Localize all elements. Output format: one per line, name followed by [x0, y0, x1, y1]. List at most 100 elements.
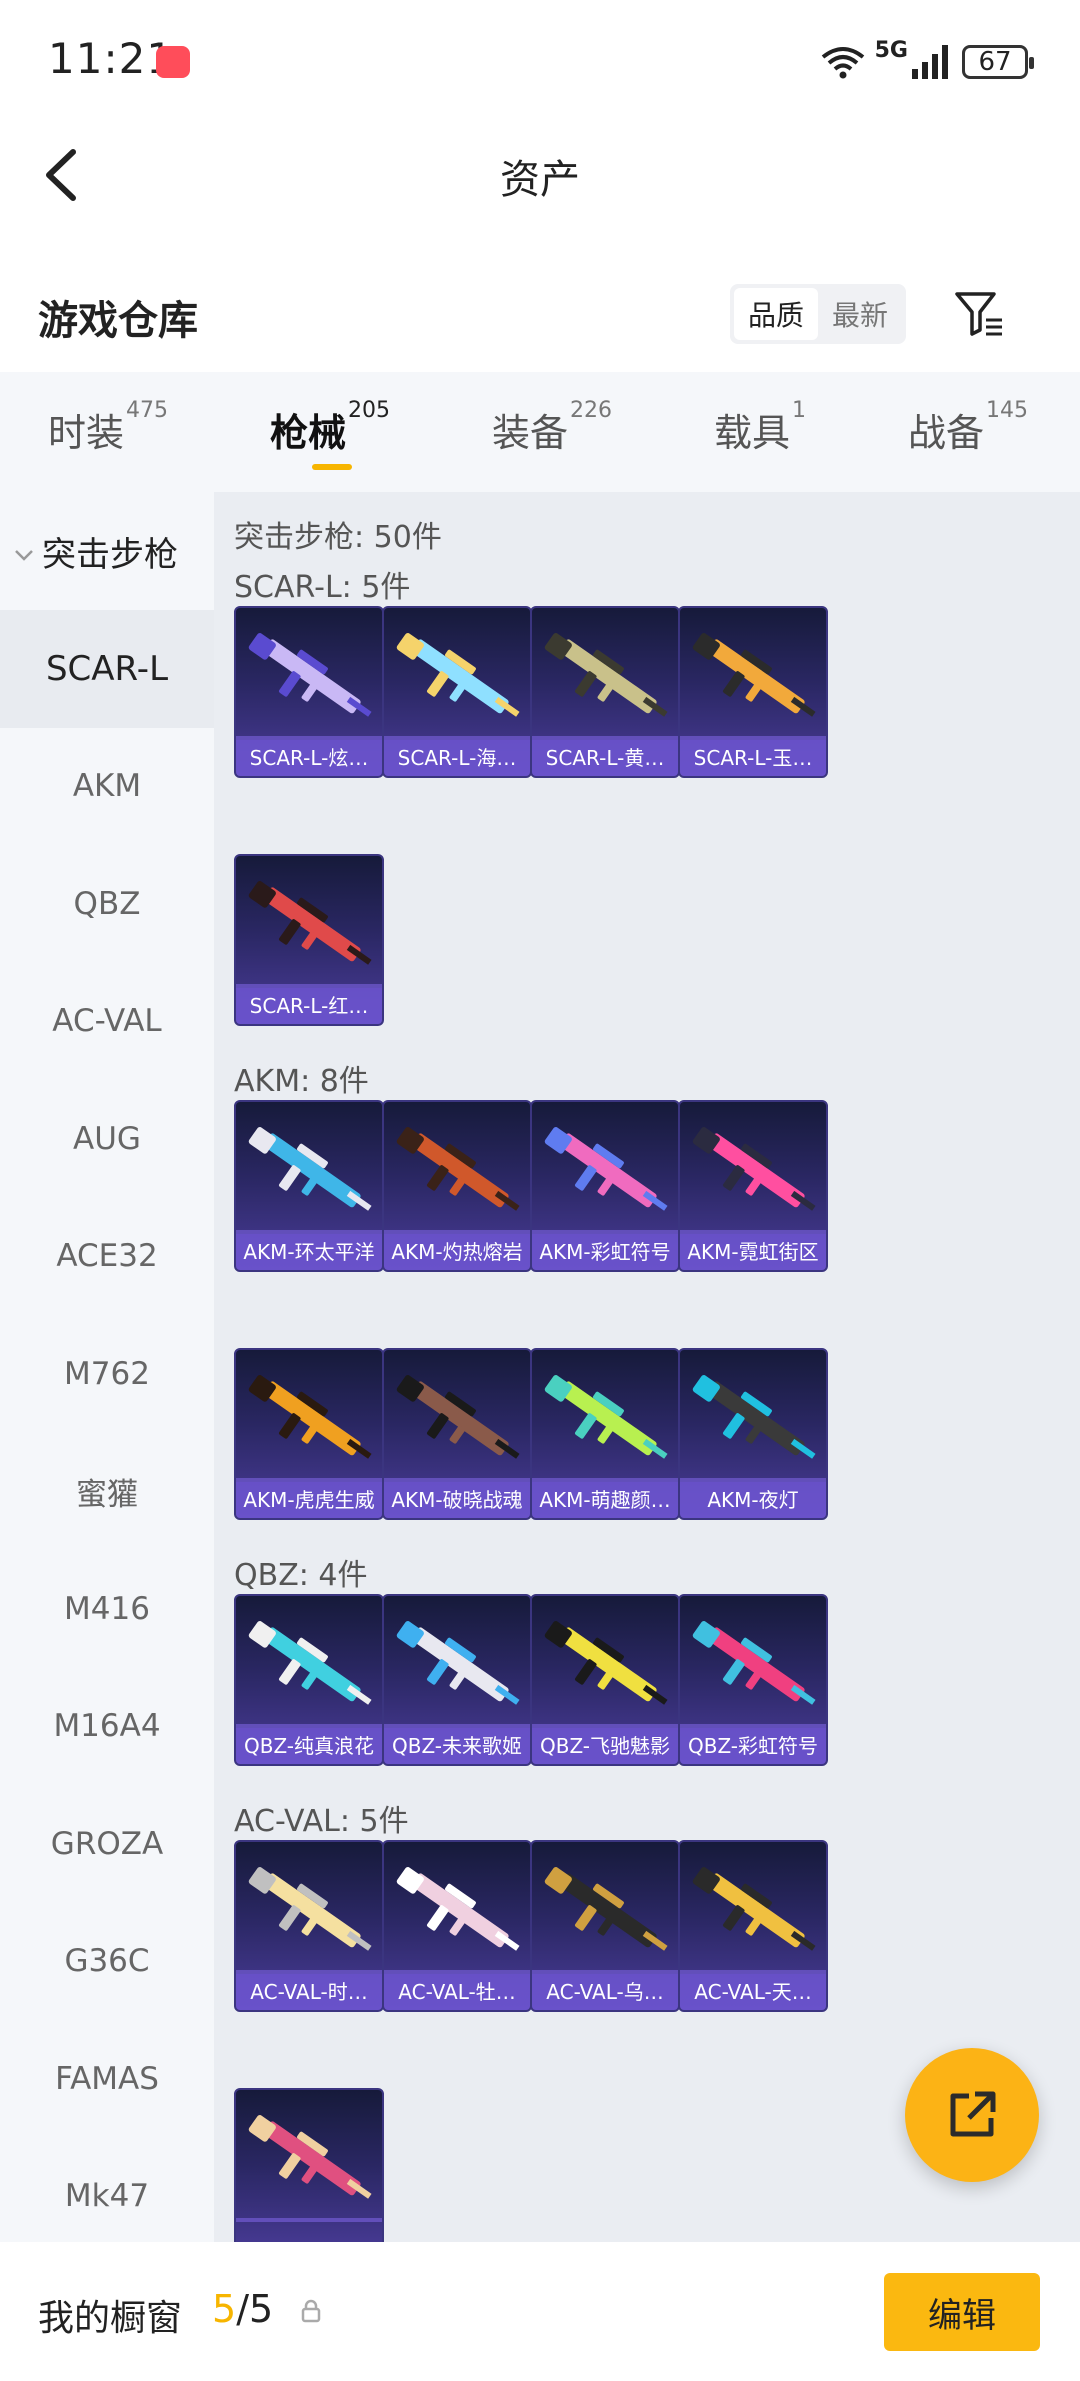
- weapon-skin-card[interactable]: QBZ-飞驰魅影: [530, 1594, 680, 1766]
- weapon-skin-card[interactable]: SCAR-L-黄…: [530, 606, 680, 778]
- weapon-skin-card[interactable]: SCAR-L-炫…: [234, 606, 384, 778]
- section-title: 游戏仓库: [38, 298, 198, 344]
- weapon-skin-card[interactable]: SCAR-L-玉…: [678, 606, 828, 778]
- weapon-skin-card[interactable]: AC-VAL-乌…: [530, 1840, 680, 2012]
- tab-vehicles[interactable]: 载具1: [714, 398, 806, 457]
- tab-battle-gear[interactable]: 战备145: [908, 398, 1028, 457]
- weapon-skin-card[interactable]: AC-VAL-牡…: [382, 1840, 532, 2012]
- filter-button[interactable]: [950, 284, 1010, 344]
- sort-toggle: 品质 最新: [730, 284, 906, 344]
- tab-count: 1: [792, 398, 807, 423]
- filter-icon: [955, 292, 1002, 336]
- showcase-count: 5/5: [212, 2287, 274, 2331]
- external-link-icon: [950, 2091, 996, 2137]
- weapon-skin-name: AKM-彩虹符号: [532, 1234, 678, 1270]
- sidebar-item[interactable]: AC-VAL: [0, 963, 214, 1081]
- weapon-skin-card[interactable]: AKM-彩虹符号: [530, 1100, 680, 1272]
- category-tabs: 时装475 枪械205 装备226 载具1 战备145: [0, 372, 1080, 492]
- tab-fashion[interactable]: 时装475: [48, 398, 168, 457]
- weapon-skin-card[interactable]: SCAR-L-红…: [234, 854, 384, 1026]
- wifi-icon: [821, 45, 865, 79]
- sidebar-item[interactable]: M416: [0, 1550, 214, 1668]
- sidebar-item[interactable]: SCAR-L: [0, 610, 214, 728]
- showcase-bar: 我的橱窗 5/5 编辑: [0, 2243, 1080, 2381]
- status-bar: 11:21 5G 67: [0, 0, 1080, 125]
- weapon-skin-card[interactable]: QBZ-纯真浪花: [234, 1594, 384, 1766]
- sidebar-group-assault-rifles[interactable]: 突击步枪: [0, 492, 214, 610]
- tab-count: 145: [986, 398, 1029, 423]
- weapon-skin-name: SCAR-L-黄…: [532, 740, 678, 776]
- weapon-skin-name: AKM-萌趣颜…: [532, 1482, 678, 1518]
- status-icons: 5G 67: [821, 37, 1034, 86]
- weapon-skin-card[interactable]: AC-VAL-天…: [678, 1840, 828, 2012]
- page-title: 资产: [500, 157, 580, 203]
- sort-quality-button[interactable]: 品质: [734, 288, 818, 340]
- tab-count: 226: [570, 398, 613, 423]
- weapon-skin-name: SCAR-L-炫…: [236, 740, 382, 776]
- edit-button[interactable]: 编辑: [884, 2273, 1040, 2351]
- sidebar-item[interactable]: FAMAS: [0, 2020, 214, 2138]
- weapon-skin-name: AKM-破晓战魂: [384, 1482, 530, 1518]
- showcase-label: 我的橱窗: [38, 2298, 183, 2339]
- weapon-skin-card[interactable]: AKM-夜灯: [678, 1348, 828, 1520]
- share-button[interactable]: [905, 2048, 1039, 2182]
- weapon-skin-name: AKM-虎虎生威: [236, 1482, 382, 1518]
- sidebar-item[interactable]: M16A4: [0, 1668, 214, 1786]
- tab-firearms[interactable]: 枪械205: [270, 398, 390, 457]
- lock-icon: [300, 2299, 322, 2327]
- active-tab-indicator: [312, 464, 352, 470]
- weapon-skin-name: QBZ-飞驰魅影: [532, 1728, 678, 1764]
- sidebar-item[interactable]: QBZ: [0, 845, 214, 963]
- sidebar-item[interactable]: AKM: [0, 728, 214, 846]
- weapon-skin-card[interactable]: AC-VAL-时…: [234, 1840, 384, 2012]
- sidebar-item[interactable]: 蜜獾: [0, 1433, 214, 1551]
- item-grid: 突击步枪: 50件 SCAR-L: 5件 SCAR-L-炫… SCAR-L-海… SC…: [214, 492, 1080, 2242]
- notification-app-icon: [156, 46, 190, 78]
- category-summary: 突击步枪: 50件: [234, 520, 442, 555]
- sidebar-item[interactable]: AUG: [0, 1080, 214, 1198]
- weapon-skin-card[interactable]: QBZ-未来歌姬: [382, 1594, 532, 1766]
- weapon-skin-name: AC-VAL-时…: [236, 1974, 382, 2010]
- weapon-skin-name: SCAR-L-红…: [236, 988, 382, 1024]
- weapon-skin-card[interactable]: AKM-萌趣颜…: [530, 1348, 680, 1520]
- weapon-skin-card[interactable]: QBZ-彩虹符号: [678, 1594, 828, 1766]
- weapon-skin-name: AKM-霓虹街区: [680, 1234, 826, 1270]
- sidebar-item[interactable]: ACE32: [0, 1198, 214, 1316]
- sidebar-item[interactable]: Mk47: [0, 2138, 214, 2243]
- weapon-skin-card[interactable]: AKM-霓虹街区: [678, 1100, 828, 1272]
- weapon-skin-name: AKM-环太平洋: [236, 1234, 382, 1270]
- weapon-skin-name: AKM-夜灯: [680, 1482, 826, 1518]
- tab-equipment[interactable]: 装备226: [492, 398, 612, 457]
- sidebar-item[interactable]: G36C: [0, 1903, 214, 2021]
- weapon-group-label: SCAR-L: 5件: [234, 570, 411, 605]
- weapon-skin-card[interactable]: AKM-虎虎生威: [234, 1348, 384, 1520]
- sort-newest-button[interactable]: 最新: [818, 288, 902, 340]
- network-type: 5G: [874, 37, 908, 63]
- weapon-skin-name: AC-VAL-天…: [680, 1974, 826, 2010]
- chevron-down-icon: [14, 531, 34, 571]
- tab-count: 205: [348, 398, 391, 423]
- weapon-skin-name: AC-VAL-乌…: [532, 1974, 678, 2010]
- battery-icon: 67: [962, 45, 1034, 79]
- weapon-sidebar: 突击步枪 SCAR-L AKM QBZ AC-VAL AUG ACE32 M762 蜜獾 M41…: [0, 492, 214, 2242]
- app-header: 资产: [0, 125, 1080, 225]
- sidebar-item[interactable]: GROZA: [0, 1785, 214, 1903]
- weapon-group-label: AKM: 8件: [234, 1064, 369, 1099]
- weapon-group-label: AC-VAL: 5件: [234, 1804, 409, 1839]
- weapon-skin-name: AC-VAL-牡…: [384, 1974, 530, 2010]
- weapon-skin-card[interactable]: AKM-破晓战魂: [382, 1348, 532, 1520]
- sidebar-item[interactable]: M762: [0, 1315, 214, 1433]
- weapon-skin-name: SCAR-L-玉…: [680, 740, 826, 776]
- weapon-skin-card[interactable]: [234, 2088, 384, 2242]
- tab-count: 475: [126, 398, 169, 423]
- weapon-skin-name: QBZ-彩虹符号: [680, 1728, 826, 1764]
- signal-icon: [912, 45, 952, 79]
- weapon-skin-name: AKM-灼热熔岩: [384, 1234, 530, 1270]
- weapon-skin-card[interactable]: SCAR-L-海…: [382, 606, 532, 778]
- weapon-skin-card[interactable]: AKM-环太平洋: [234, 1100, 384, 1272]
- weapon-group-label: QBZ: 4件: [234, 1558, 368, 1593]
- section-header: 游戏仓库 品质 最新: [0, 270, 1080, 360]
- weapon-skin-card[interactable]: AKM-灼热熔岩: [382, 1100, 532, 1272]
- weapon-skin-name: SCAR-L-海…: [384, 740, 530, 776]
- weapon-skin-name: QBZ-未来歌姬: [384, 1728, 530, 1764]
